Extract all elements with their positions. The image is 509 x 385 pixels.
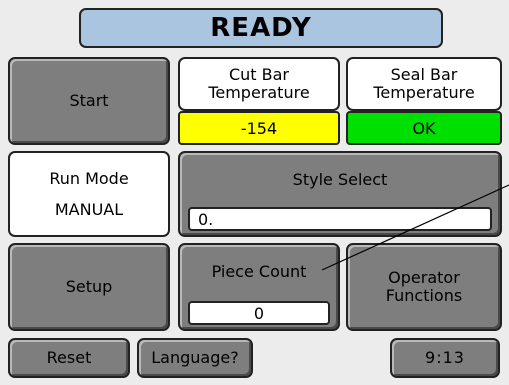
overlay-line <box>321 184 509 271</box>
